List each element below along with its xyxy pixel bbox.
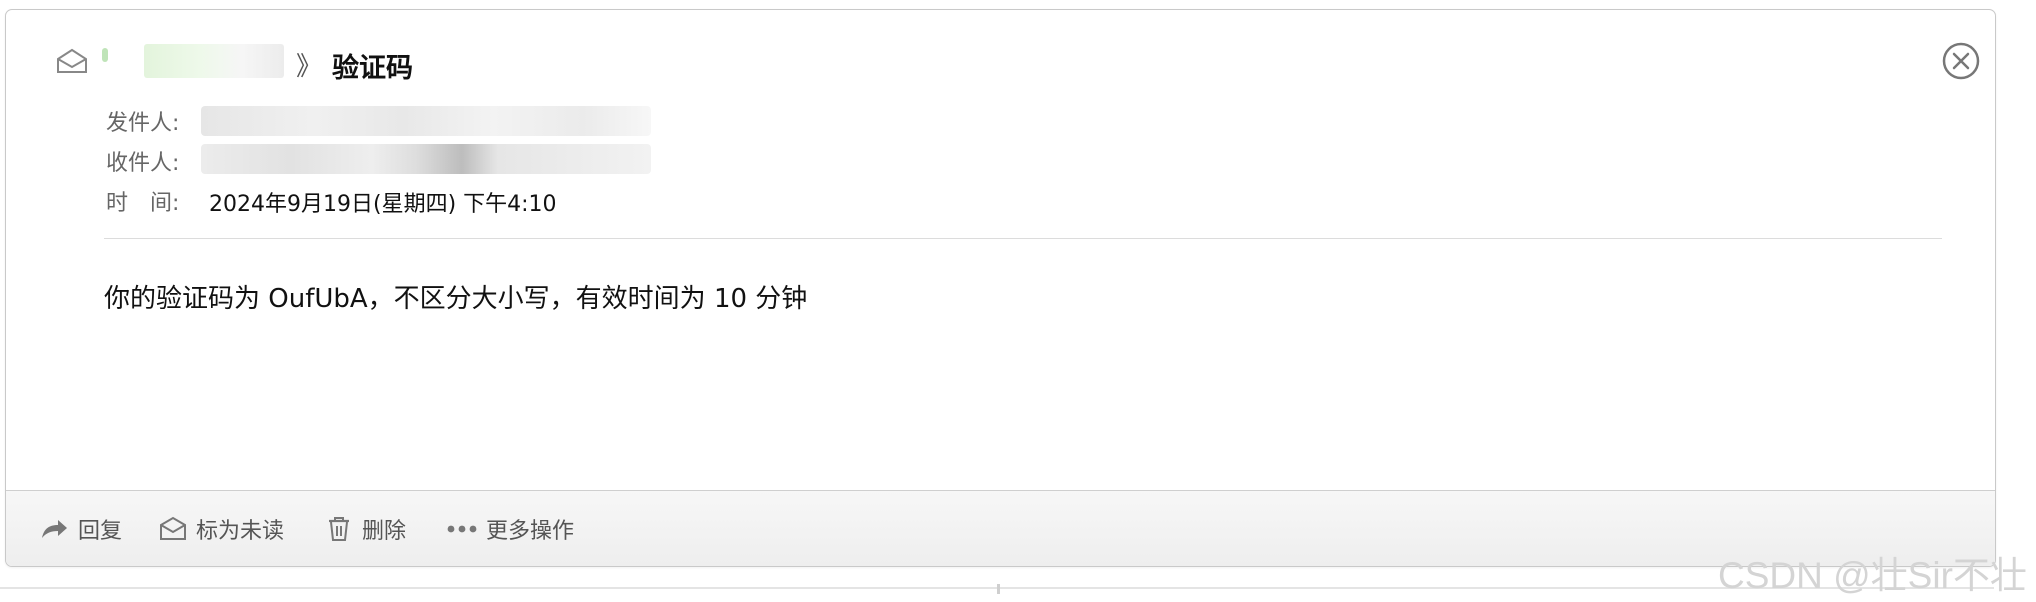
envelope-open-icon	[56, 48, 88, 74]
from-label: 发件人:	[106, 111, 180, 136]
email-body: 你的验证码为 OufUbA，不区分大小写，有效时间为 10 分钟	[104, 284, 808, 314]
reply-arrow-icon	[42, 520, 67, 538]
ellipsis-icon	[447, 525, 477, 533]
delete-button[interactable]: 删除	[324, 491, 407, 566]
close-icon[interactable]	[1941, 41, 1981, 81]
header-divider	[104, 238, 1942, 239]
action-bar: 回复 标为未读 删除 更多操作	[6, 490, 1995, 566]
trash-icon	[329, 517, 349, 541]
mark-unread-button[interactable]: 标为未读	[158, 491, 285, 566]
time-value: 2024年9月19日(星期四) 下午4:10	[209, 192, 557, 217]
more-actions-label: 更多操作	[486, 519, 575, 544]
watermark: CSDN @壮Sir不壮	[1718, 555, 2027, 596]
reply-button[interactable]: 回复	[38, 491, 123, 566]
email-card: 》 验证码 发件人: 收件人: 时 间: 2024年9月19日(星期四) 下午4…	[5, 9, 1996, 567]
more-actions-button[interactable]: 更多操作	[446, 491, 575, 566]
time-label: 时 间:	[106, 191, 180, 216]
reply-label: 回复	[78, 519, 123, 544]
delete-label: 删除	[362, 519, 407, 544]
header-sender-redacted-block	[144, 44, 284, 78]
header-sender-redacted	[102, 48, 108, 62]
mark-unread-label: 标为未读	[196, 519, 285, 544]
from-value-redacted	[201, 106, 651, 136]
envelope-icon	[160, 516, 186, 540]
to-label: 收件人:	[106, 151, 180, 176]
email-subject: 验证码	[332, 53, 413, 84]
to-value-redacted	[201, 144, 651, 174]
breadcrumb-chevron: 》	[296, 52, 323, 82]
bottom-separator-tick	[997, 584, 1000, 594]
